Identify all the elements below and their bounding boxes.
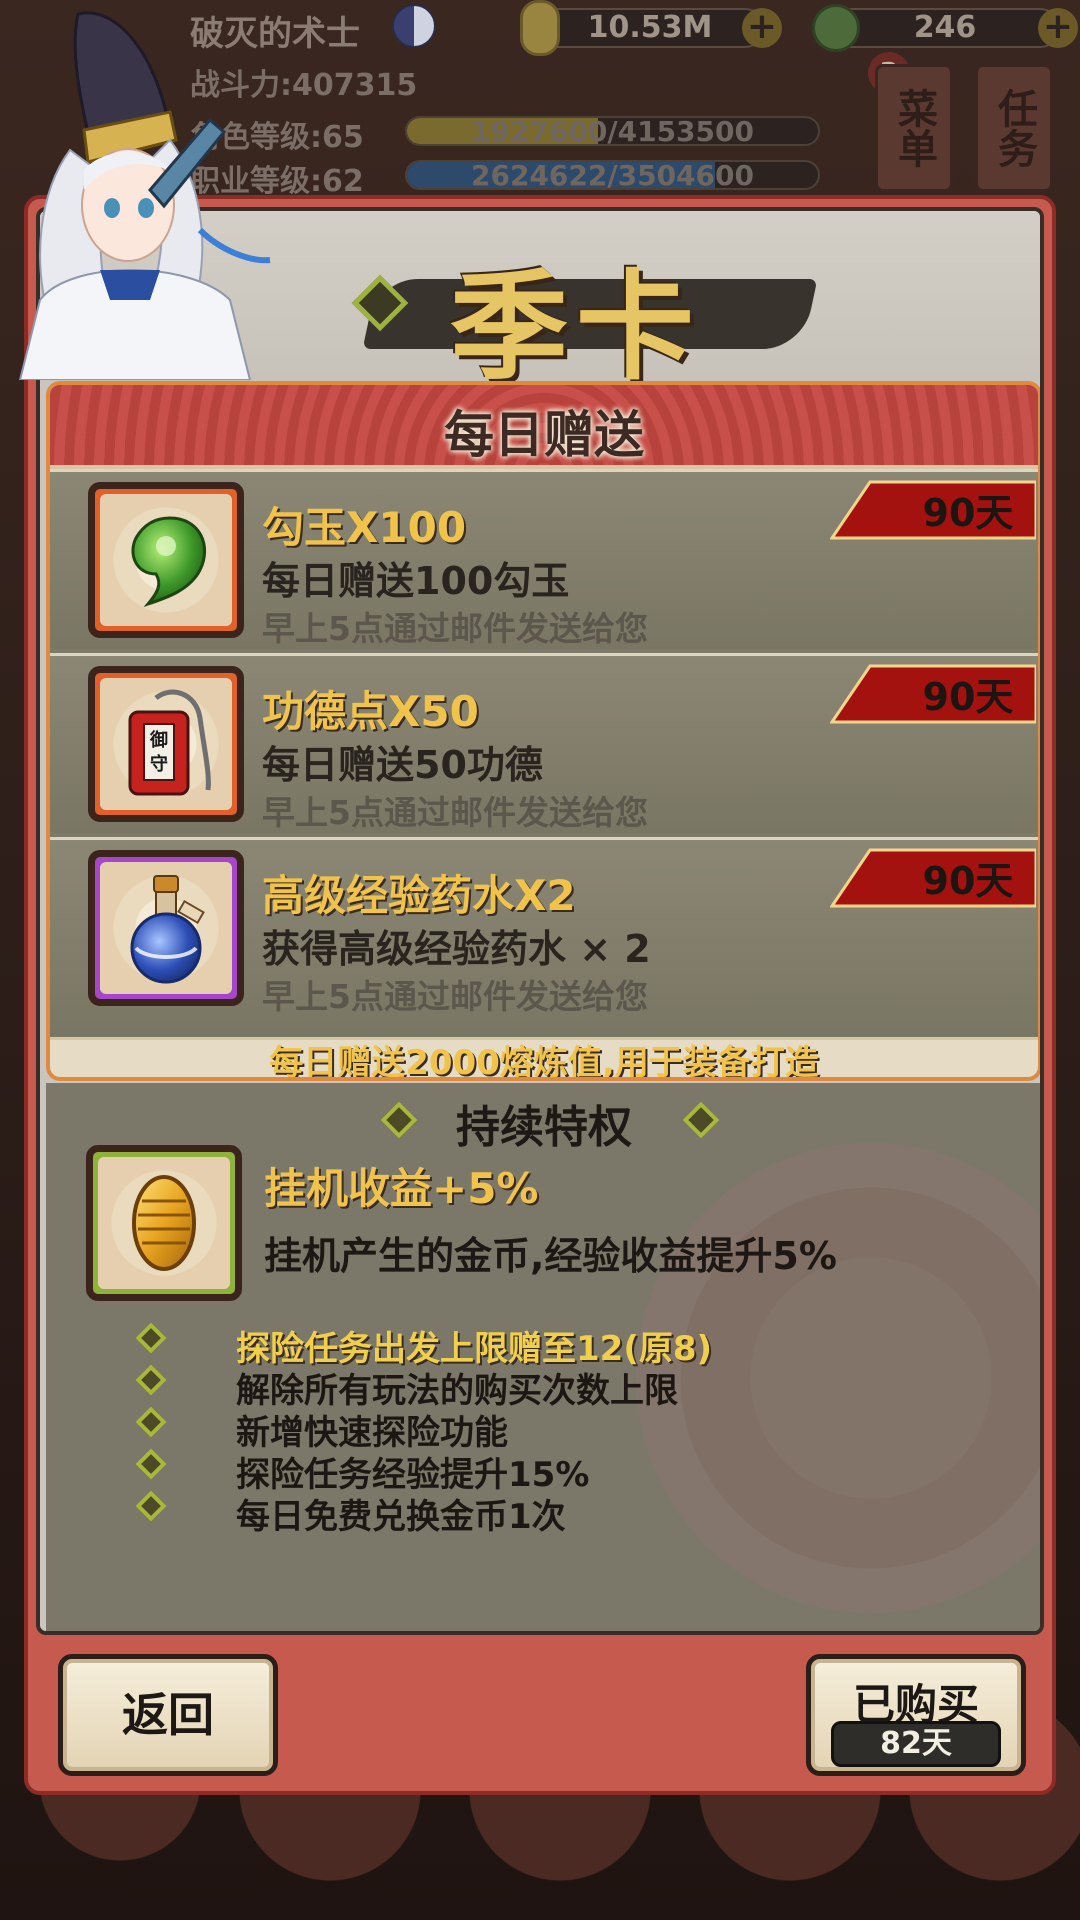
item-description: 每日赠送50功德 — [262, 743, 543, 787]
daily-item-row: 勾玉X100 每日赠送100勾玉 早上5点通过邮件发送给您 90天 — [50, 469, 1038, 649]
item-description: 获得高级经验药水 × 2 — [262, 927, 651, 971]
gold-koban-icon — [132, 1175, 196, 1271]
item-frame[interactable] — [88, 850, 244, 1006]
item-frame[interactable] — [86, 1145, 242, 1301]
role-exp-text: 1927600/4153500 — [471, 116, 754, 146]
svg-text:守: 守 — [150, 753, 168, 775]
yinyang-icon — [392, 4, 436, 48]
potion-flask-icon — [130, 875, 205, 984]
add-gold-button[interactable]: + — [742, 8, 782, 48]
menu-button[interactable]: 菜单 — [875, 64, 953, 192]
jade-amount: 246 — [913, 10, 977, 45]
add-jade-button[interactable]: + — [1038, 8, 1078, 48]
item-frame[interactable] — [88, 482, 244, 638]
gold-amount: 10.53M — [587, 10, 713, 45]
diamond-icon — [135, 1322, 167, 1354]
panel-title: 季卡 — [450, 257, 703, 396]
diamond-icon — [135, 1490, 167, 1522]
job-exp-bar: 2624622/3504600 — [405, 160, 820, 190]
job-exp-text: 2624622/3504600 — [471, 160, 754, 190]
remaining-days: 82天 — [831, 1721, 1001, 1767]
item-slot — [98, 1157, 230, 1289]
jade-icon — [812, 4, 860, 52]
svg-text:御: 御 — [149, 729, 168, 751]
item-title: 高级经验药水X2 — [262, 871, 576, 920]
daily-header: 每日赠送 — [50, 385, 1038, 469]
privilege-list-item: 解除所有玩法的购买次数上限 — [116, 1363, 712, 1411]
role-exp-bar: 1927600/4153500 — [405, 116, 820, 146]
magatama-icon — [131, 516, 206, 608]
omamori-charm-icon: 御 守 — [128, 689, 211, 796]
days-remaining-label: 90天 — [922, 675, 1014, 719]
task-button[interactable]: 任务 — [975, 64, 1053, 192]
item-slot — [100, 494, 232, 626]
diamond-icon — [135, 1406, 167, 1438]
item-slot: 御 守 — [100, 678, 232, 810]
gold-counter: 10.53M — [535, 8, 765, 48]
item-title: 勾玉X100 — [262, 503, 467, 552]
diamond-icon — [135, 1448, 167, 1480]
panel-content: 季卡 每日赠送 勾玉X100 每日赠送100勾玉 早上5点通过邮件发送给您 90… — [36, 207, 1044, 1635]
daily-header-title: 每日赠送 — [444, 406, 644, 464]
item-note: 早上5点通过邮件发送给您 — [262, 977, 648, 1016]
gold-coin-icon — [520, 0, 560, 56]
item-note: 早上5点通过邮件发送给您 — [262, 793, 648, 832]
back-button[interactable]: 返回 — [58, 1654, 278, 1776]
item-description: 每日赠送100勾玉 — [262, 559, 570, 603]
season-card-panel: 季卡 每日赠送 勾玉X100 每日赠送100勾玉 早上5点通过邮件发送给您 90… — [24, 195, 1056, 1795]
privilege-list: 探险任务出发上限赠至12(原8) 解除所有玩法的购买次数上限 新增快速探险功能 … — [116, 1321, 712, 1537]
jade-counter: 246 — [830, 8, 1060, 48]
item-slot — [100, 862, 232, 994]
daily-item-row: 高级经验药水X2 获得高级经验药水 × 2 早上5点通过邮件发送给您 90天 — [50, 837, 1038, 1037]
purchased-button[interactable]: 已购买 82天 — [806, 1654, 1026, 1776]
privilege-list-item: 新增快速探险功能 — [116, 1405, 712, 1453]
daily-footer: 每日赠送2000熔炼值,用于装备打造 — [50, 1037, 1038, 1081]
days-remaining-label: 90天 — [922, 491, 1014, 535]
privilege-item-description: 挂机产生的金币,经验收益提升5% — [264, 1234, 837, 1278]
days-remaining-label: 90天 — [922, 859, 1014, 903]
daily-item-row: 御 守 功德点X50 每日赠送50功德 早上5点通过邮件发送给您 90天 — [50, 653, 1038, 833]
back-button-label: 返回 — [122, 1688, 214, 1742]
item-note: 早上5点通过邮件发送给您 — [262, 609, 648, 648]
daily-footer-text: 每日赠送2000熔炼值,用于装备打造 — [269, 1043, 819, 1081]
privilege-list-item: 探险任务出发上限赠至12(原8) — [116, 1321, 712, 1369]
privilege-list-item: 每日免费兑换金币1次 — [116, 1489, 712, 1537]
privilege-list-item: 探险任务经验提升15% — [116, 1447, 712, 1495]
privilege-text: 每日免费兑换金币1次 — [236, 1497, 566, 1537]
daily-gift-section: 每日赠送 勾玉X100 每日赠送100勾玉 早上5点通过邮件发送给您 90天 御… — [46, 381, 1040, 1081]
privilege-item-title: 挂机收益+5% — [264, 1164, 539, 1213]
item-title: 功德点X50 — [262, 687, 479, 736]
item-frame[interactable]: 御 守 — [88, 666, 244, 822]
diamond-icon — [135, 1364, 167, 1396]
character-portrait — [18, 11, 271, 380]
privilege-section: 持续特权 挂机收益+5% 挂机产生的金币,经验收益提升5% 探险任务出发上限赠至… — [46, 1083, 1040, 1631]
